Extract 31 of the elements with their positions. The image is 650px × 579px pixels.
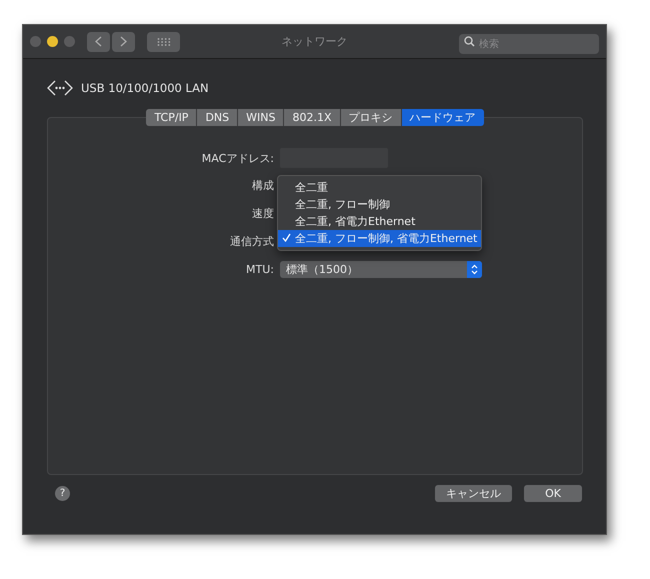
menu-item[interactable]: 全二重, フロー制御 (278, 196, 481, 213)
window-title: ネットワーク (282, 34, 348, 49)
checkmark-icon (282, 233, 291, 242)
field-label: 速度 (251, 206, 274, 220)
field-label: MTU: (245, 262, 274, 276)
help-button[interactable]: ? (55, 486, 70, 501)
field-label: 通信方式 (229, 234, 274, 248)
tab[interactable]: 802.1X (284, 109, 341, 126)
field-label: 構成 (251, 178, 274, 192)
tab[interactable]: ハードウェア (402, 109, 484, 126)
chevron-right-icon (120, 36, 127, 47)
forward-button[interactable] (112, 32, 135, 52)
minimize-icon[interactable] (47, 36, 58, 47)
menu-item[interactable]: 全二重, フロー制御, 省電力Ethernet (278, 230, 481, 247)
stepper-icon (471, 264, 478, 274)
grid-icon (156, 38, 170, 46)
menu-item[interactable]: 全二重, 省電力Ethernet (278, 213, 481, 230)
chevron-left-icon (95, 36, 102, 47)
show-all-button[interactable] (147, 32, 180, 52)
cancel-button[interactable]: キャンセル (435, 485, 512, 502)
menu-item[interactable]: 全二重 (278, 179, 481, 196)
ethernet-icon (47, 79, 73, 97)
back-button[interactable] (87, 32, 110, 52)
ok-button[interactable]: OK (524, 485, 582, 502)
popup-button[interactable]: 標準（1500） (280, 260, 482, 278)
tab[interactable]: DNS (197, 109, 238, 126)
tab[interactable]: プロキシ (340, 109, 402, 126)
device-name: USB 10/100/1000 LAN (81, 81, 209, 95)
tab[interactable]: WINS (238, 109, 284, 126)
tab[interactable]: TCP/IP (146, 109, 198, 126)
field-label: MACアドレス: (200, 150, 274, 166)
